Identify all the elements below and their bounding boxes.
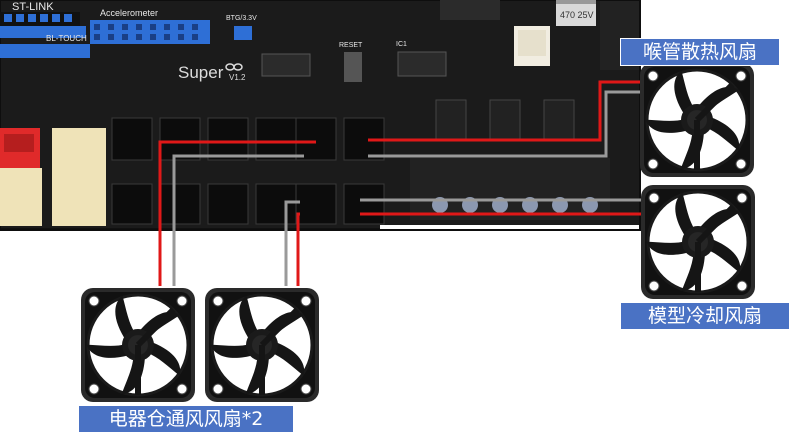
model-fan-label: 模型冷却风扇 xyxy=(620,302,790,330)
capacitor-silkscreen: 470 25V xyxy=(560,10,594,20)
driver-chip-2 xyxy=(397,51,447,77)
controller-board: ST-LINK Accelerometer BL-TOUCH BTG/3.3V … xyxy=(0,0,641,231)
ic-silkscreen: IC1 xyxy=(396,41,407,48)
voltage-select-silkscreen: BTG/3.3V xyxy=(226,15,257,22)
electronics-fan-label: 电器仓通风风扇*2 xyxy=(78,405,294,433)
electronics-fan-1-icon xyxy=(79,286,197,404)
driver-chip-1 xyxy=(261,53,311,77)
power-terminal-block xyxy=(410,158,610,220)
bl-touch-silkscreen: BL-TOUCH xyxy=(46,34,87,43)
accelerometer-header xyxy=(90,20,210,44)
electronics-fan-2-icon xyxy=(203,286,321,404)
mosfet-2 xyxy=(489,99,521,141)
reset-silkscreen: RESET xyxy=(339,42,363,49)
mosfet-1 xyxy=(435,99,467,141)
reset-button xyxy=(344,52,362,82)
mosfet-3 xyxy=(543,99,575,141)
wiring-diagram: ST-LINK Accelerometer BL-TOUCH BTG/3.3V … xyxy=(0,0,757,404)
jst-connector xyxy=(514,26,550,66)
throat-cooling-fan-icon xyxy=(638,61,756,179)
accelerometer-silkscreen: Accelerometer xyxy=(100,8,158,18)
red-connector xyxy=(0,128,40,168)
voltage-jumper xyxy=(234,26,252,40)
model-cooling-fan-icon xyxy=(639,183,757,301)
throat-fan-label: 喉管散热风扇 xyxy=(620,38,780,66)
st-link-silkscreen: ST-LINK xyxy=(12,1,54,13)
board-version: V1.2 xyxy=(229,73,246,82)
board-logo: Super xyxy=(178,63,224,82)
mcu-chip xyxy=(440,0,500,20)
